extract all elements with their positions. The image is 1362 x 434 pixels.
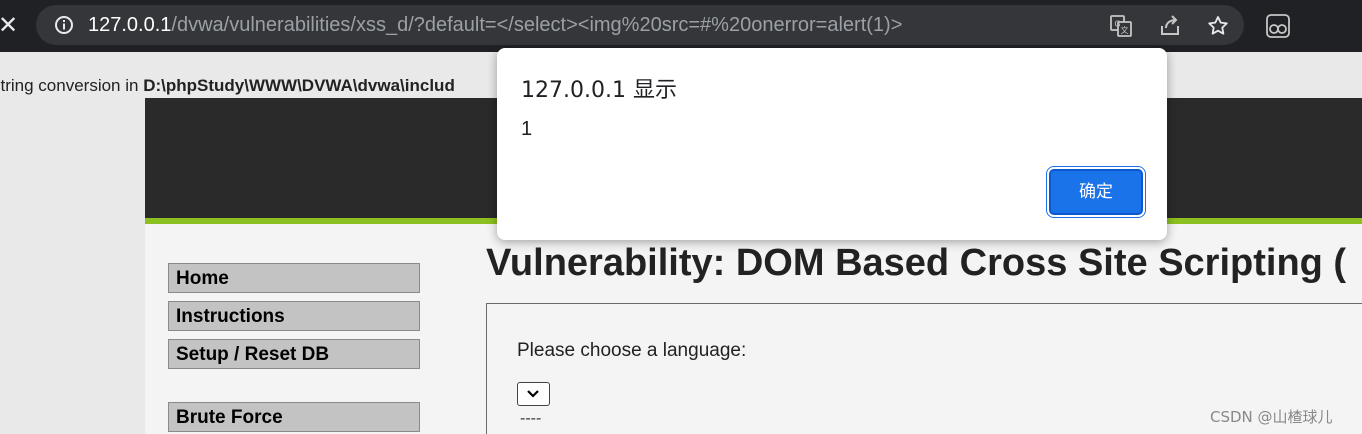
page-title: Vulnerability: DOM Based Cross Site Scri…: [486, 242, 1347, 284]
address-bar[interactable]: 127.0.0.1/dvwa/vulnerabilities/xss_d/?de…: [36, 5, 1244, 45]
reading-mode-icon[interactable]: [1265, 13, 1291, 39]
url-host: 127.0.0.1: [88, 14, 172, 36]
translate-icon[interactable]: G 文: [1109, 14, 1133, 38]
php-warning-text: string conversion in: [0, 76, 144, 95]
share-icon[interactable]: [1158, 14, 1182, 38]
php-warning-path: D:\phpStudy\WWW\DVWA\dvwa\includ: [143, 76, 455, 95]
url-text[interactable]: 127.0.0.1/dvwa/vulnerabilities/xss_d/?de…: [88, 5, 902, 45]
chevron-down-icon: [527, 390, 539, 398]
ok-button[interactable]: 确定: [1049, 169, 1143, 215]
menu-item-instructions[interactable]: Instructions: [168, 301, 420, 331]
alert-dialog: 127.0.0.1 显示 1 确定: [497, 48, 1167, 240]
php-warning: string conversion in D:\phpStudy\WWW\DVW…: [0, 76, 455, 96]
language-prompt: Please choose a language:: [517, 340, 747, 361]
language-select[interactable]: [517, 382, 550, 406]
close-icon[interactable]: ✕: [0, 10, 18, 40]
dialog-title: 127.0.0.1 显示: [521, 78, 677, 103]
url-path: /dvwa/vulnerabilities/xss_d/?default=</s…: [171, 14, 903, 36]
injected-option-text: ----: [520, 410, 542, 427]
info-icon[interactable]: [54, 15, 74, 35]
menu-item-setup-reset-db[interactable]: Setup / Reset DB: [168, 339, 420, 369]
menu-item-brute-force[interactable]: Brute Force: [168, 402, 420, 432]
svg-text:文: 文: [1121, 25, 1129, 35]
dialog-message: 1: [521, 118, 533, 140]
bookmark-star-icon[interactable]: [1206, 14, 1230, 38]
menu-item-home[interactable]: Home: [168, 263, 420, 293]
browser-toolbar: ✕ 127.0.0.1/dvwa/vulnerabilities/xss_d/?…: [0, 0, 1362, 52]
watermark: CSDN @山楂球儿: [1210, 408, 1333, 426]
